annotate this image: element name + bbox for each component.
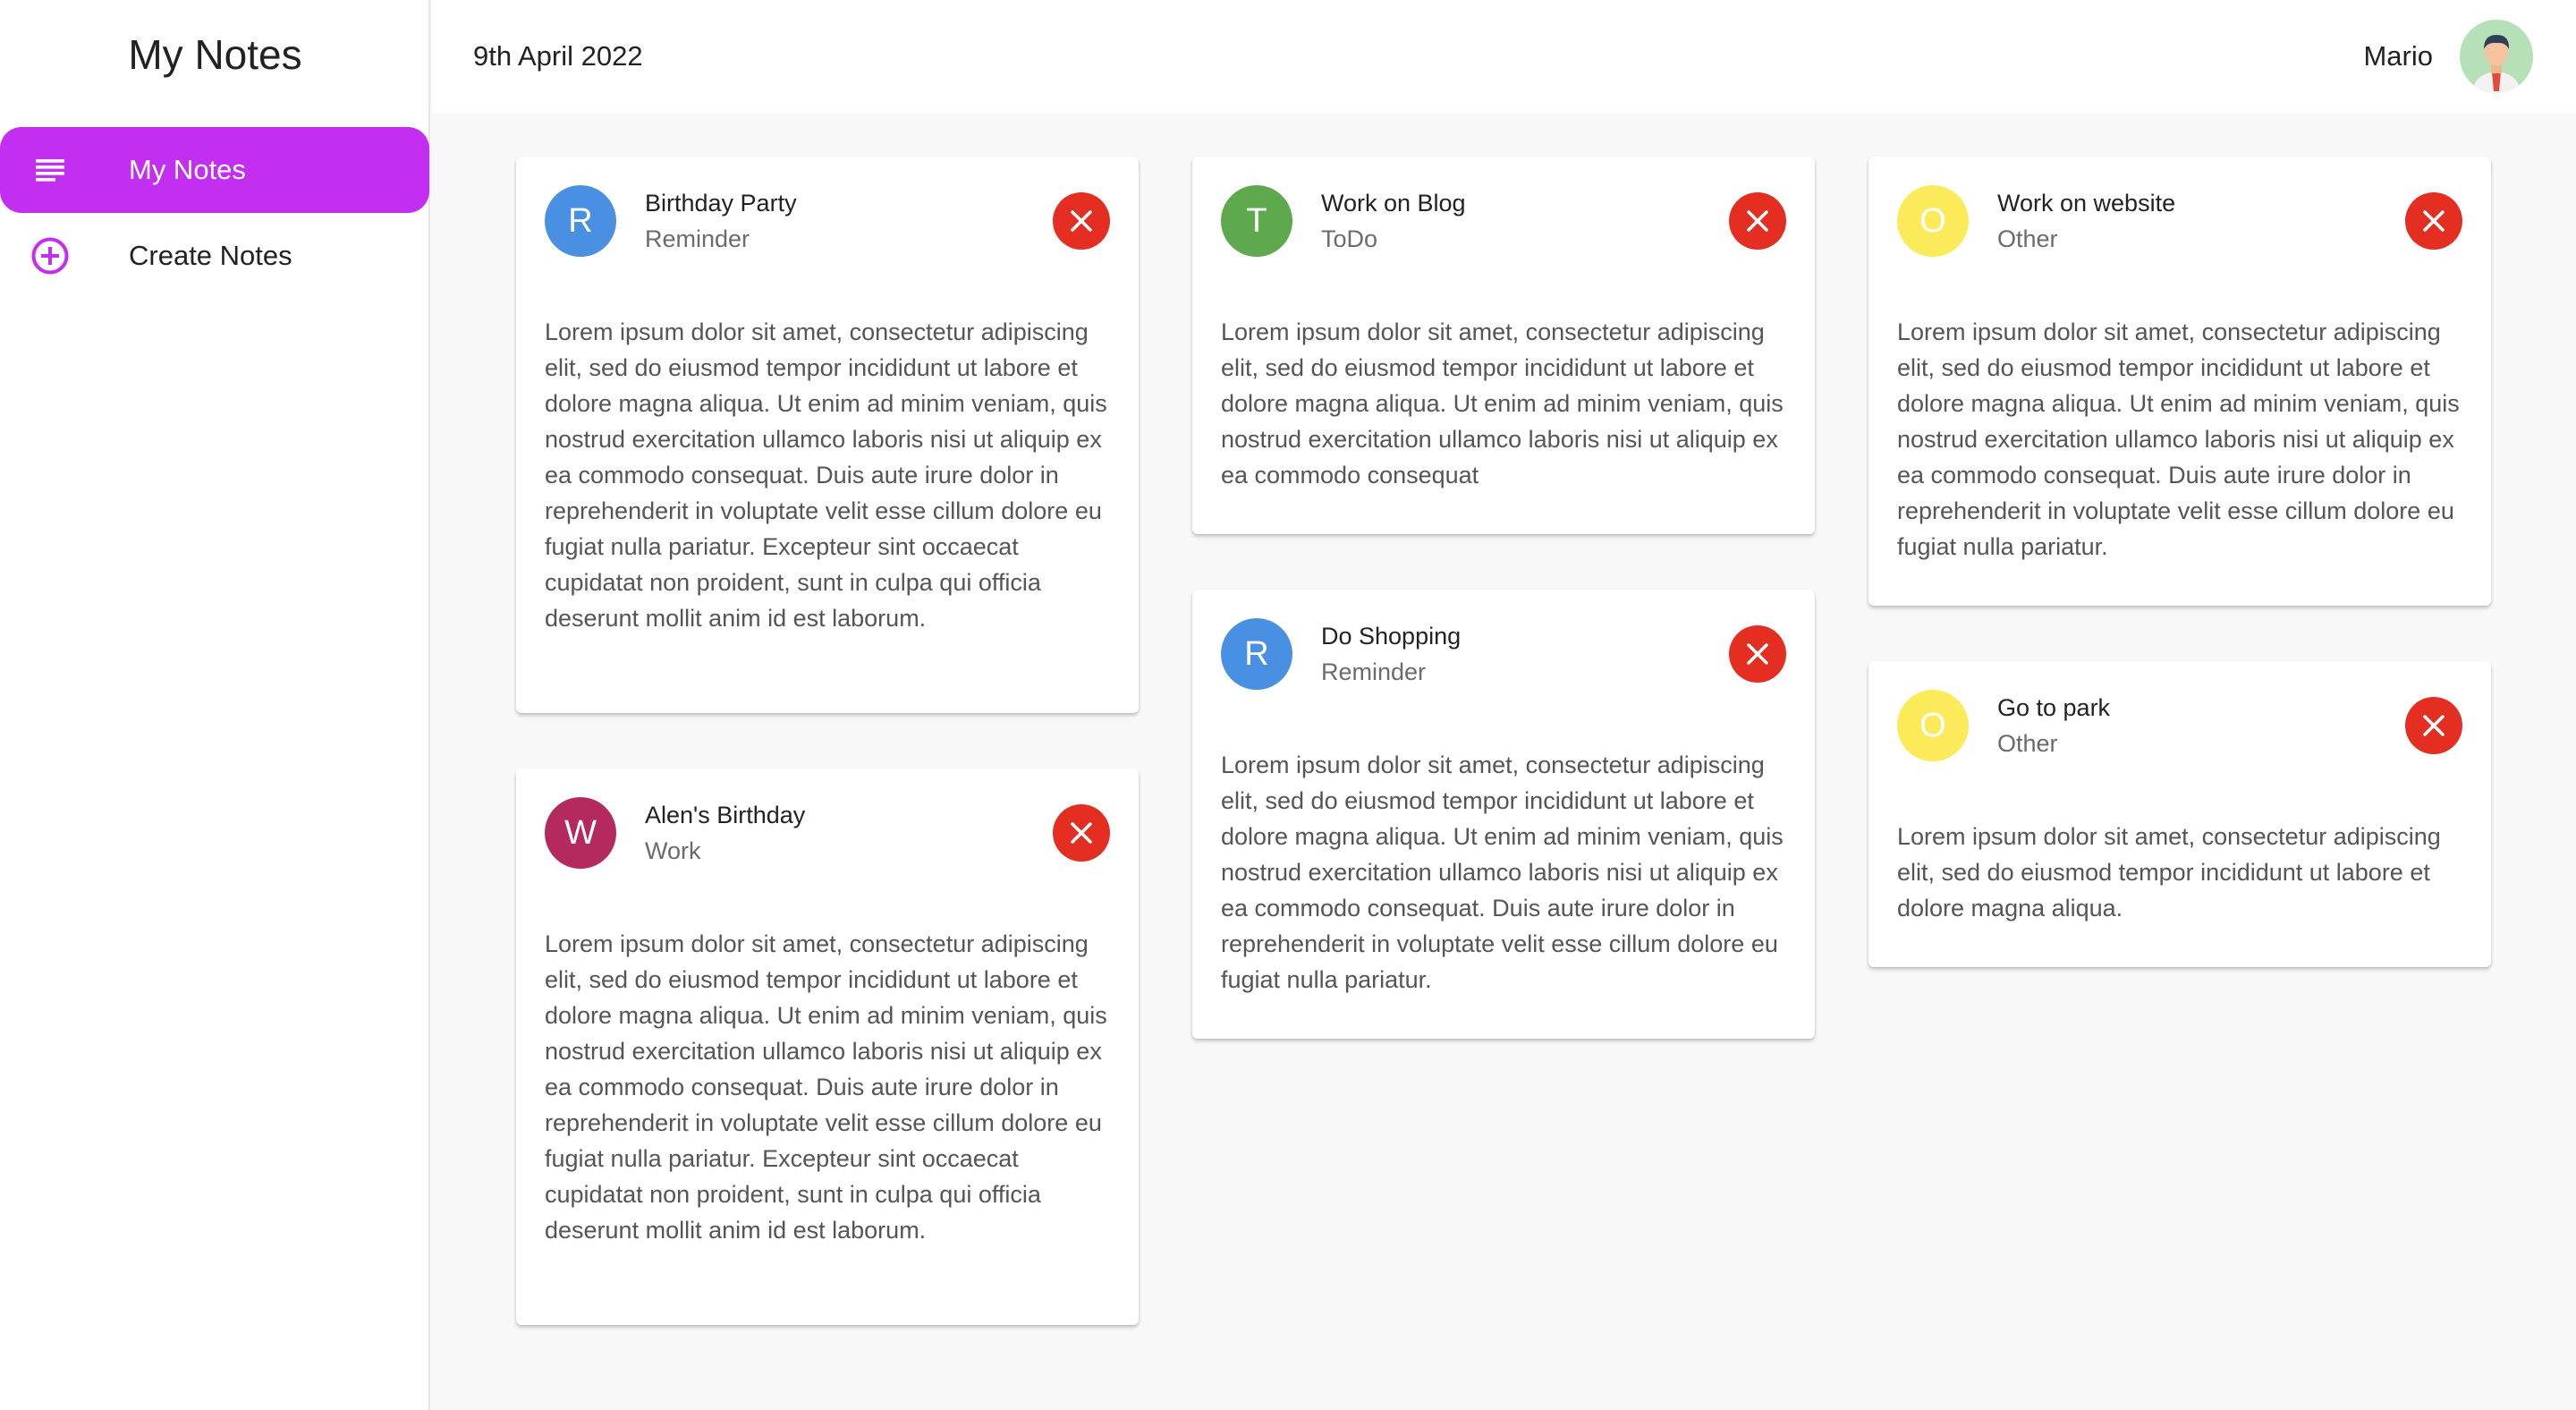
note-category: ToDo	[1321, 225, 1378, 252]
note-body: Lorem ipsum dolor sit amet, consectetur …	[545, 319, 1107, 632]
note-title: Do Shopping	[1321, 623, 1462, 650]
note-body: Lorem ipsum dolor sit amet, consectetur …	[1221, 752, 1784, 993]
delete-note-button[interactable]	[2405, 192, 2462, 250]
note-avatar: R	[1221, 618, 1292, 690]
close-icon	[2423, 715, 2445, 736]
note-card[interactable]: W Alen's Birthday Work Lorem ipsum dolor…	[516, 769, 1139, 1325]
user-avatar-icon	[2460, 20, 2533, 93]
note-title: Go to park	[1997, 694, 2111, 721]
note-body: Lorem ipsum dolor sit amet, consectetur …	[1897, 319, 2460, 560]
note-category: Work	[645, 837, 701, 864]
sidebar-item-my-notes[interactable]: My Notes	[0, 127, 429, 213]
app-title: My Notes	[128, 31, 302, 78]
add-circle-icon	[30, 236, 70, 276]
delete-note-button[interactable]	[1729, 192, 1786, 250]
note-card[interactable]: O Work on website Other Lorem ipsum dolo…	[1868, 157, 2491, 606]
sidebar-item-label: Create Notes	[129, 240, 292, 271]
note-card[interactable]: T Work on Blog ToDo Lorem ipsum dolor si…	[1192, 157, 1815, 534]
note-category: Other	[1997, 730, 2058, 757]
note-card[interactable]: R Birthday Party Reminder Lorem ipsum do…	[516, 157, 1139, 713]
note-category: Reminder	[645, 225, 750, 252]
note-body: Lorem ipsum dolor sit amet, consectetur …	[545, 930, 1107, 1244]
note-category: Other	[1997, 225, 2058, 252]
delete-note-button[interactable]	[1729, 625, 1786, 683]
note-title: Work on website	[1997, 190, 2176, 217]
close-icon	[2423, 210, 2445, 232]
user-name: Mario	[2363, 40, 2433, 72]
list-icon	[30, 150, 70, 190]
avatar[interactable]	[2460, 20, 2533, 93]
note-avatar: O	[1897, 690, 1969, 761]
top-bar: 9th April 2022 Mario	[432, 0, 2576, 113]
note-avatar: O	[1897, 185, 1969, 257]
close-icon	[1747, 643, 1768, 665]
note-title: Work on Blog	[1321, 190, 1466, 217]
note-card[interactable]: R Do Shopping Reminder Lorem ipsum dolor…	[1192, 590, 1815, 1039]
note-category: Reminder	[1321, 658, 1427, 685]
sidebar: My Notes My Notes Create Notes	[0, 0, 430, 1410]
note-title: Birthday Party	[645, 190, 797, 217]
note-avatar: W	[545, 797, 616, 869]
delete-note-button[interactable]	[2405, 697, 2462, 754]
close-icon	[1071, 210, 1092, 232]
note-avatar: R	[545, 185, 616, 257]
note-card[interactable]: O Go to park Other Lorem ipsum dolor sit…	[1868, 661, 2491, 967]
note-body: Lorem ipsum dolor sit amet, consectetur …	[1221, 319, 1784, 488]
current-date: 9th April 2022	[473, 40, 643, 72]
note-title: Alen's Birthday	[645, 802, 806, 828]
delete-note-button[interactable]	[1053, 192, 1110, 250]
delete-note-button[interactable]	[1053, 804, 1110, 862]
close-icon	[1747, 210, 1768, 232]
sidebar-item-label: My Notes	[129, 154, 246, 185]
note-avatar: T	[1221, 185, 1292, 257]
note-body: Lorem ipsum dolor sit amet, consectetur …	[1897, 823, 2441, 922]
close-icon	[1071, 822, 1092, 844]
sidebar-item-create-notes[interactable]: Create Notes	[0, 213, 429, 299]
